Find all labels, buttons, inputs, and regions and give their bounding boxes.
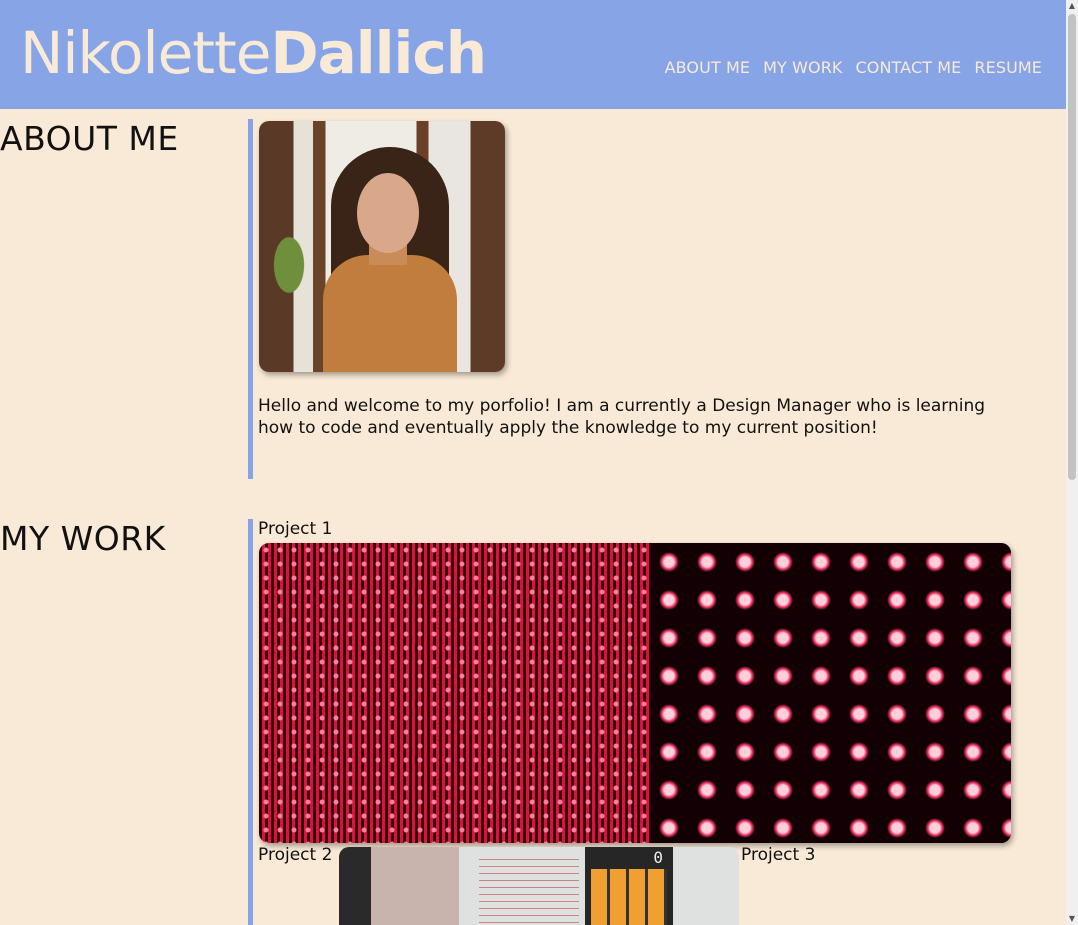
scroll-down-arrow-icon[interactable]: ▼ — [1066, 913, 1078, 925]
project-1-image[interactable] — [259, 543, 1011, 843]
nav-contact-me[interactable]: CONTACT ME — [856, 58, 962, 77]
project-1-label: Project 1 — [258, 519, 333, 539]
work-section-title: MY WORK — [0, 519, 166, 558]
main-nav: ABOUT ME MY WORK CONTACT ME RESUME — [665, 58, 1042, 77]
scroll-thumb[interactable] — [1068, 14, 1076, 480]
scroll-up-arrow-icon[interactable]: ▲ — [1066, 0, 1078, 12]
site-header: NikoletteDallich ABOUT ME MY WORK CONTAC… — [0, 0, 1066, 109]
brand-last-name: Dallich — [270, 19, 487, 87]
nav-about-me[interactable]: ABOUT ME — [665, 58, 751, 77]
brand-first-name: Nikolette — [20, 19, 271, 87]
project-2-image[interactable]: 0 — [339, 847, 739, 925]
calculator-display: 0 — [653, 848, 663, 867]
about-intro-text: Hello and welcome to my porfolio! I am a… — [258, 396, 986, 438]
about-divider — [248, 119, 253, 479]
work-divider — [248, 519, 253, 925]
nav-my-work[interactable]: MY WORK — [763, 58, 842, 77]
about-section-title: ABOUT ME — [0, 119, 179, 158]
nav-resume[interactable]: RESUME — [974, 58, 1042, 77]
site-logo[interactable]: NikoletteDallich — [20, 18, 487, 88]
project-3-label: Project 3 — [741, 845, 816, 865]
page-scrollbar[interactable]: ▲ ▼ — [1066, 0, 1078, 925]
profile-photo — [259, 121, 505, 372]
project-2-label: Project 2 — [258, 845, 333, 865]
